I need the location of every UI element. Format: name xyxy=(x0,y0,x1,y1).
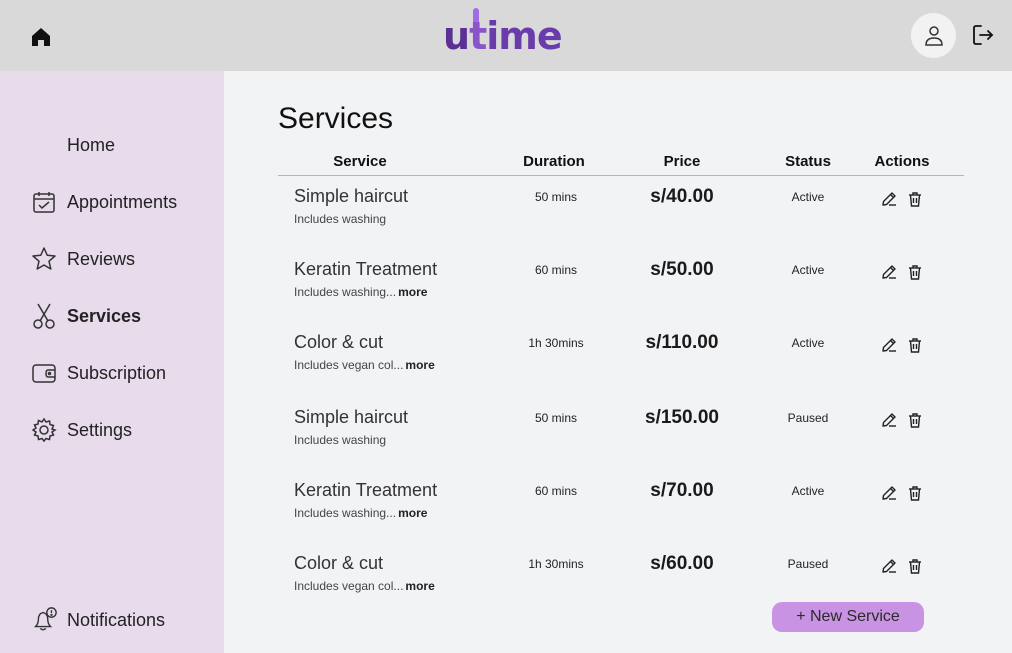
service-name: Simple haircut xyxy=(294,407,409,427)
service-description: Includes vegan col... more xyxy=(294,579,435,593)
service-name: Color & cut xyxy=(294,332,384,352)
trash-icon[interactable] xyxy=(906,336,924,354)
calendar-check-icon xyxy=(30,188,58,216)
top-bar: utime xyxy=(0,0,1012,71)
column-header-duration: Duration xyxy=(523,153,585,170)
trash-icon[interactable] xyxy=(906,263,924,281)
more-link[interactable]: more xyxy=(398,285,427,299)
service-duration: 50 mins xyxy=(534,411,578,425)
status-badge: Paused xyxy=(787,411,829,425)
sidebar-item-subscription[interactable]: Subscription xyxy=(30,357,166,389)
sidebar-item-label: Services xyxy=(67,305,142,326)
sidebar-item-home[interactable]: Home xyxy=(30,129,115,161)
logout-icon[interactable] xyxy=(970,22,996,48)
wallet-icon xyxy=(30,359,58,387)
sidebar-item-services[interactable]: Services xyxy=(30,300,141,332)
scissors-icon xyxy=(30,302,58,330)
service-price: s/50.00 xyxy=(650,259,714,280)
notifications-label: Notifications xyxy=(67,609,166,630)
sidebar-item-label: Subscription xyxy=(67,362,167,383)
service-description-text: Includes washing xyxy=(294,212,387,226)
more-link[interactable]: more xyxy=(398,506,427,520)
service-name: Simple haircut xyxy=(294,186,409,206)
status-badge: Active xyxy=(791,263,825,277)
service-description: Includes washing xyxy=(294,212,386,226)
table-header: Service Duration Price Status Actions xyxy=(278,152,964,176)
service-price: s/40.00 xyxy=(650,186,714,207)
service-duration: 1h 30mins xyxy=(528,336,584,350)
pencil-icon[interactable] xyxy=(880,190,898,208)
pencil-icon[interactable] xyxy=(880,484,898,502)
sidebar-item-label: Home xyxy=(67,134,116,155)
service-description-text: Includes vegan col... xyxy=(294,358,404,372)
service-description: Includes washing... more xyxy=(294,506,427,520)
star-icon xyxy=(30,245,58,273)
logo-text: utime xyxy=(443,14,563,58)
table-row: Keratin Treatment Includes washing... more… xyxy=(278,480,964,540)
page-title: Services xyxy=(278,102,394,135)
more-link[interactable]: more xyxy=(405,579,434,593)
column-header-service: Service xyxy=(333,153,387,170)
sidebar-item-settings[interactable]: Settings xyxy=(30,414,132,446)
column-header-price: Price xyxy=(663,153,701,170)
service-description-text: Includes washing... xyxy=(294,506,397,520)
sidebar-item-appointments[interactable]: Appointments xyxy=(30,186,177,218)
table-row: Keratin Treatment Includes washing... more… xyxy=(278,259,964,319)
service-price: s/110.00 xyxy=(645,332,719,353)
service-description-text: Includes washing xyxy=(294,433,387,447)
pencil-icon[interactable] xyxy=(880,263,898,281)
more-link[interactable]: more xyxy=(405,358,434,372)
sidebar-item-notifications[interactable]: Notifications xyxy=(30,604,165,636)
service-description: Includes vegan col... more xyxy=(294,358,435,372)
column-header-actions: Actions xyxy=(874,153,930,170)
service-name: Keratin Treatment xyxy=(294,480,438,500)
service-duration: 1h 30mins xyxy=(528,557,584,571)
column-header-status: Status xyxy=(785,153,831,170)
sidebar-item-label: Appointments xyxy=(67,191,178,212)
trash-icon[interactable] xyxy=(906,190,924,208)
service-price: s/60.00 xyxy=(650,553,714,574)
trash-icon[interactable] xyxy=(906,411,924,429)
pencil-icon[interactable] xyxy=(880,411,898,429)
user-icon[interactable] xyxy=(911,13,956,58)
trash-icon[interactable] xyxy=(906,557,924,575)
sidebar-item-label: Settings xyxy=(67,419,133,440)
service-price: s/70.00 xyxy=(650,480,714,501)
status-badge: Active xyxy=(791,190,825,204)
pencil-icon[interactable] xyxy=(880,557,898,575)
status-badge: Active xyxy=(791,336,825,350)
service-name: Keratin Treatment xyxy=(294,259,438,279)
bell-alert-icon xyxy=(30,606,58,634)
service-description: Includes washing xyxy=(294,433,386,447)
table-row: Simple haircut Includes washing 50 mins s/1… xyxy=(278,407,964,467)
service-description: Includes washing... more xyxy=(294,285,427,299)
table-row: Simple haircut Includes washing 50 mins s/4… xyxy=(278,186,964,246)
sidebar-home-spacer xyxy=(30,131,58,159)
service-duration: 60 mins xyxy=(534,263,578,277)
service-duration: 50 mins xyxy=(534,190,578,204)
sidebar-item-reviews[interactable]: Reviews xyxy=(30,243,135,275)
table-row: Color & cut Includes vegan col... more 1h 3… xyxy=(278,332,964,392)
home-icon[interactable] xyxy=(29,25,53,49)
service-duration: 60 mins xyxy=(534,484,578,498)
new-service-button[interactable]: + New Service xyxy=(772,602,924,632)
service-name: Color & cut xyxy=(294,553,384,573)
trash-icon[interactable] xyxy=(906,484,924,502)
gear-icon xyxy=(30,416,58,444)
status-badge: Active xyxy=(791,484,825,498)
sidebar: Home Appointments Reviews Services Subsc… xyxy=(0,71,224,653)
service-description-text: Includes washing... xyxy=(294,285,397,299)
status-badge: Paused xyxy=(787,557,829,571)
sidebar-item-label: Reviews xyxy=(67,248,136,269)
service-price: s/150.00 xyxy=(645,407,719,428)
pencil-icon[interactable] xyxy=(880,336,898,354)
logo: utime xyxy=(443,6,573,62)
service-description-text: Includes vegan col... xyxy=(294,579,404,593)
